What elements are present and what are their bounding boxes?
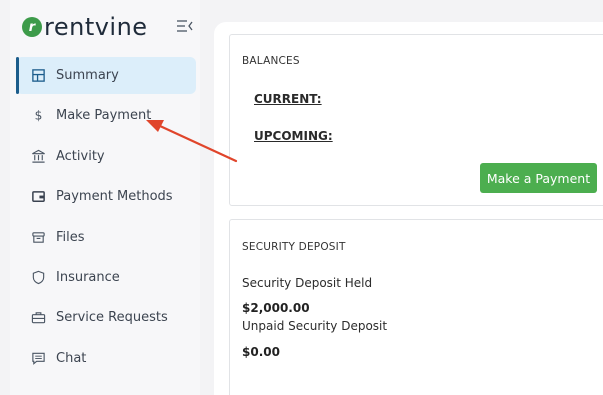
unpaid-deposit-amount: $0.00: [242, 345, 280, 359]
deposit-held-label: Security Deposit Held: [242, 276, 373, 290]
main-content: BALANCES CURRENT: UPCOMING: Make a Payme…: [214, 22, 603, 395]
brand-mark-icon: r: [22, 17, 42, 37]
sidebar-item-label: Summary: [56, 68, 119, 83]
security-deposit-card: SECURITY DEPOSIT Security Deposit Held $…: [229, 219, 603, 395]
sidebar: r rentvine Summary $ Make Payment Activi…: [10, 0, 200, 395]
sidebar-item-label: Files: [56, 229, 85, 245]
deposit-held-amount: $2,000.00: [242, 301, 310, 315]
shield-icon: [30, 269, 46, 285]
sidebar-item-insurance[interactable]: Insurance: [16, 259, 196, 296]
balances-card: BALANCES CURRENT: UPCOMING: Make a Payme…: [229, 34, 603, 206]
sidebar-item-label: Make Payment: [56, 108, 152, 124]
current-balance-label: CURRENT:: [254, 92, 322, 106]
brand-logo[interactable]: r rentvine: [22, 12, 148, 42]
brand-name: rentvine: [44, 13, 148, 41]
sidebar-item-label: Chat: [56, 350, 87, 366]
sidebar-item-label: Activity: [56, 148, 105, 164]
sidebar-item-payment-methods[interactable]: Payment Methods: [16, 178, 196, 215]
collapse-menu-icon: [177, 20, 193, 32]
bank-icon: [30, 148, 46, 164]
sidebar-item-chat[interactable]: Chat: [16, 340, 196, 377]
sidebar-item-label: Insurance: [56, 269, 120, 285]
upcoming-balance-label: UPCOMING:: [254, 129, 333, 143]
sidebar-item-summary[interactable]: Summary: [16, 57, 196, 94]
make-a-payment-button[interactable]: Make a Payment: [480, 163, 597, 193]
sidebar-item-activity[interactable]: Activity: [16, 138, 196, 175]
svg-text:$: $: [34, 109, 42, 123]
sidebar-item-label: Service Requests: [56, 310, 168, 326]
unpaid-deposit-label: Unpaid Security Deposit: [242, 319, 388, 333]
briefcase-icon: [30, 310, 46, 326]
collapse-sidebar-button[interactable]: [175, 17, 195, 35]
sidebar-item-service-requests[interactable]: Service Requests: [16, 299, 196, 336]
wallet-icon: [30, 189, 46, 205]
dollar-icon: $: [30, 108, 46, 124]
sidebar-nav: Summary $ Make Payment Activity Payment …: [16, 57, 196, 380]
security-deposit-title: SECURITY DEPOSIT: [242, 241, 346, 253]
sidebar-item-label: Payment Methods: [56, 189, 173, 205]
sidebar-item-make-payment[interactable]: $ Make Payment: [16, 97, 196, 134]
balances-title: BALANCES: [242, 55, 300, 67]
layout-icon: [30, 68, 46, 84]
sidebar-item-files[interactable]: Files: [16, 219, 196, 256]
archive-icon: [30, 229, 46, 245]
chat-icon: [30, 350, 46, 366]
